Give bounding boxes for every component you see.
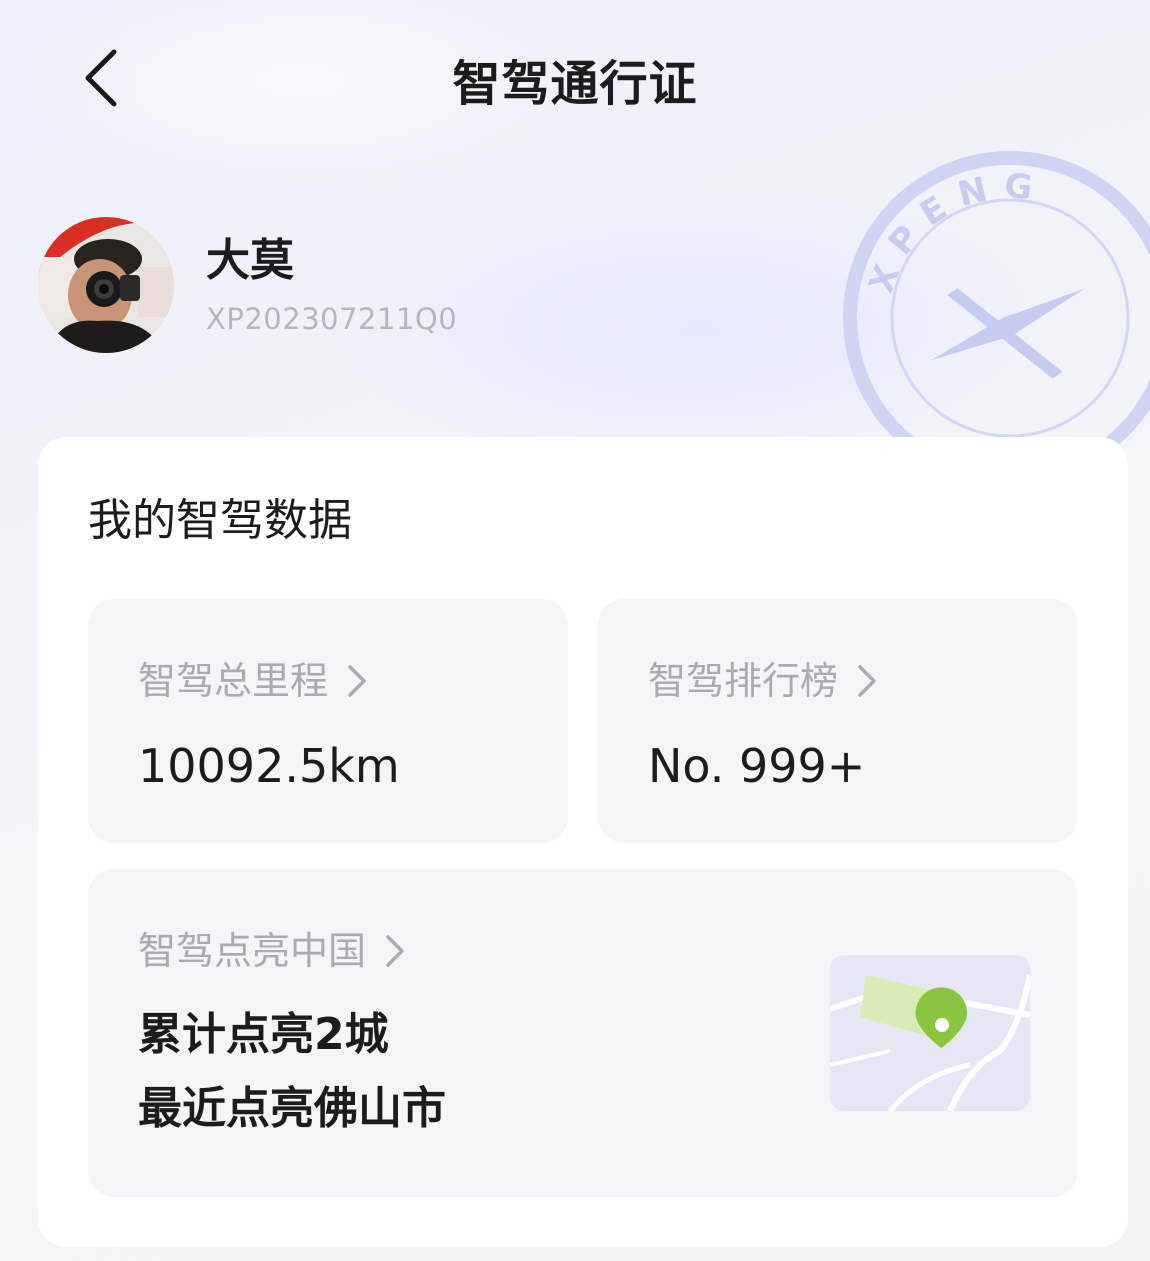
svg-text:XPENG: XPENG: [861, 166, 1048, 299]
card-title: 我的智驾数据: [88, 495, 352, 546]
light-up-china-label: 智驾点亮中国: [138, 929, 367, 973]
avatar-image: [38, 217, 174, 353]
chevron-right-icon: [856, 663, 878, 699]
light-up-china-tile[interactable]: 智驾点亮中国 累计点亮2城 最近点亮佛山市: [88, 869, 1078, 1197]
recent-city-lit: 最近点亮佛山市: [138, 1083, 446, 1134]
ranking-tile[interactable]: 智驾排行榜 No. 999+: [598, 599, 1078, 843]
map-thumbnail: [830, 955, 1030, 1111]
total-mileage-value: 10092.5km: [138, 739, 400, 793]
user-id: XP202307211Q0: [206, 302, 458, 336]
user-name: 大莫: [206, 235, 294, 286]
cities-lit-count: 累计点亮2城: [138, 1009, 389, 1060]
page-title: 智驾通行证: [452, 56, 698, 112]
total-mileage-tile[interactable]: 智驾总里程 10092.5km: [88, 599, 568, 843]
user-profile: 大莫 XP202307211Q0: [38, 215, 457, 355]
chevron-right-icon: [346, 663, 368, 699]
avatar[interactable]: [38, 217, 174, 353]
ranking-value: No. 999+: [648, 739, 866, 793]
total-mileage-label: 智驾总里程: [138, 659, 329, 703]
ranking-label: 智驾排行榜: [648, 659, 839, 703]
driving-data-card: 我的智驾数据 智驾总里程 10092.5km 智驾排行榜 No. 999+ 智驾…: [38, 437, 1128, 1247]
navigation-bar: 智驾通行证: [0, 0, 1150, 150]
chevron-right-icon: [384, 933, 406, 969]
